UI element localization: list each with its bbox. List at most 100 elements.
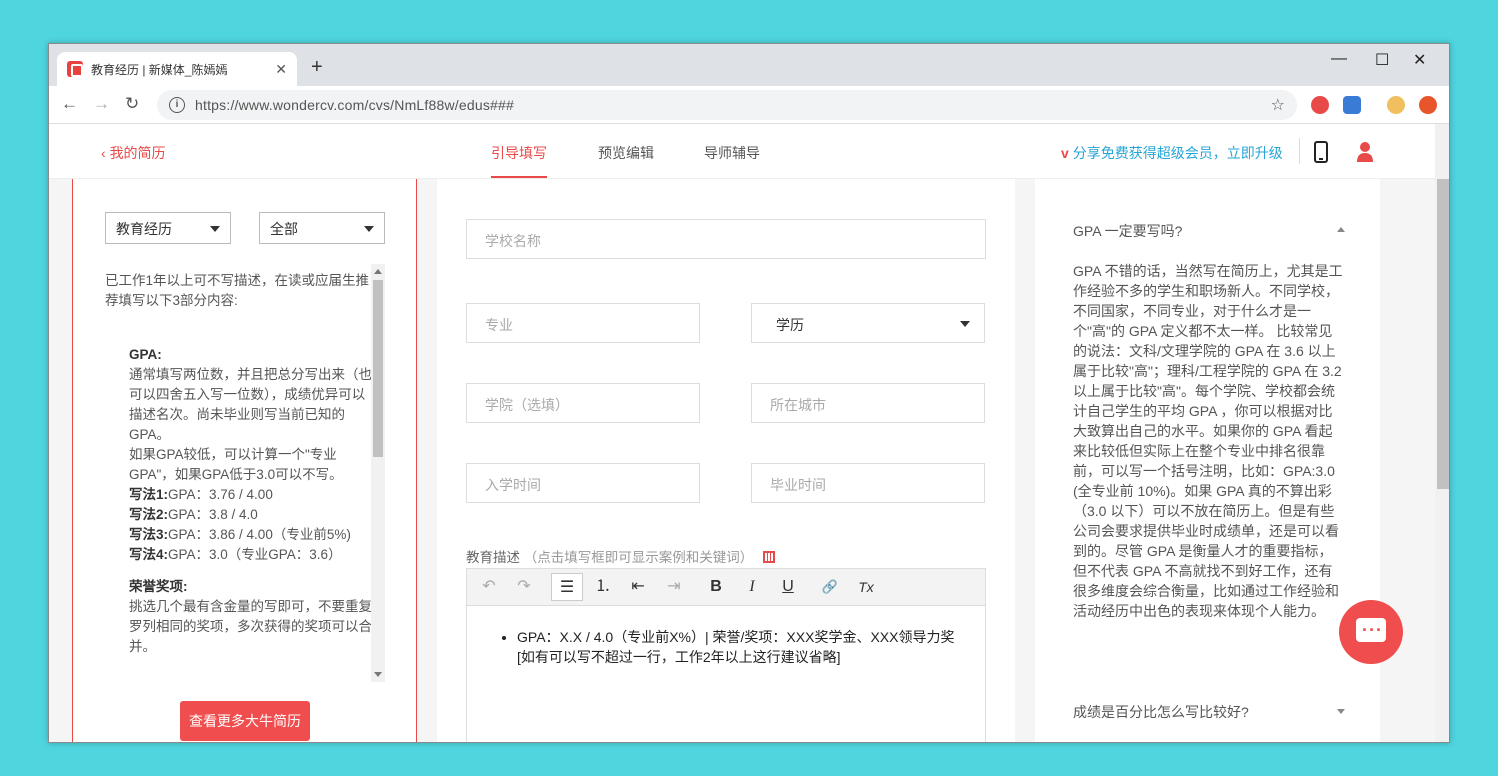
mobile-icon[interactable] [1314, 141, 1328, 163]
close-window-icon[interactable]: ✕ [1413, 50, 1426, 70]
editor-bullet-item: GPA：X.X / 4.0（专业前X%）| 荣誉/奖项：XXX奖学金、XXX领导… [517, 627, 973, 667]
faq-panel: GPA 一定要写吗? GPA 不错的话，当然写在简历上，尤其是工作经验不多的学生… [1035, 179, 1380, 742]
promo-text: 分享免费获得超级会员，立即升级 [1072, 145, 1283, 161]
guidance-panel: 教育经历 全部 已工作1年以上可不写描述，在读或应届生推荐填写以下3部分内容: … [72, 179, 417, 742]
address-bar: ← → ↻ i https://www.wondercv.com/cvs/NmL… [49, 86, 1449, 124]
description-label-text: 教育描述 [466, 550, 520, 565]
faq-answer-gpa: GPA 不错的话，当然写在简历上，尤其是工作经验不多的学生和职场新人。不同学校，… [1073, 263, 1343, 619]
url-text: https://www.wondercv.com/cvs/NmLf88w/edu… [195, 97, 515, 113]
gpa-tips: GPA: 通常填写两位数，并且把总分写出来（也可以四舍五入写一位数），成绩优异可… [105, 345, 373, 657]
my-resume-label: 我的简历 [109, 145, 166, 161]
keyword-table-icon[interactable] [763, 551, 776, 563]
example-4: 写法4:GPA：3.0（专业GPA：3.6） [129, 547, 342, 562]
honor-heading: 荣誉奖项: [129, 579, 188, 594]
end-date-input[interactable]: 毕业时间 [751, 463, 985, 503]
active-tab-underline [491, 176, 547, 178]
school-input[interactable]: 学校名称 [466, 219, 986, 259]
reload-icon[interactable]: ↻ [125, 94, 139, 114]
tips-intro: 已工作1年以上可不写描述，在读或应届生推荐填写以下3部分内容: [105, 273, 370, 308]
bookmark-star-icon[interactable]: ☆ [1271, 95, 1285, 115]
page-content: ‹ 我的简历 引导填写 预览编辑 导师辅导 v 分享免费获得超级会员，立即升级 教… [49, 124, 1449, 742]
browser-tab[interactable]: 教育经历 | 新媒体_陈嫣嫣 ✕ [57, 52, 297, 86]
section-select-value: 教育经历 [116, 221, 172, 237]
top-navigation: ‹ 我的简历 引导填写 预览编辑 导师辅导 v 分享免费获得超级会员，立即升级 [49, 124, 1435, 179]
chevron-up-icon[interactable] [1337, 227, 1345, 232]
description-editor[interactable]: GPA：X.X / 4.0（专业前X%）| 荣誉/奖项：XXX奖学金、XXX领导… [466, 605, 986, 742]
editor-list: GPA：X.X / 4.0（专业前X%）| 荣誉/奖项：XXX奖学金、XXX领导… [517, 627, 973, 667]
honor-text: 挑选几个最有含金量的写即可，不要重复罗列相同的奖项，多次获得的奖项可以合并。 [129, 599, 372, 654]
faq-question-percent[interactable]: 成绩是百分比怎么写比较好? [1073, 702, 1249, 722]
indent-icon[interactable]: ⇥ [658, 573, 690, 601]
education-form: 学校名称 专业 学历 学院（选填） 所在城市 入学时间 毕业时间 教育描述 （点… [437, 179, 1015, 742]
redo-icon[interactable]: ↷ [508, 573, 540, 601]
example-1: 写法1:GPA：3.76 / 4.00 [129, 487, 273, 502]
city-input[interactable]: 所在城市 [751, 383, 985, 423]
my-resume-link[interactable]: ‹ 我的简历 [101, 143, 166, 163]
example-3: 写法3:GPA：3.86 / 4.00（专业前5%) [129, 527, 351, 542]
chevron-down-icon [960, 321, 970, 327]
title-bar: 教育经历 | 新媒体_陈嫣嫣 ✕ + — ☐ ✕ [49, 44, 1449, 86]
gpa-heading: GPA: [129, 347, 162, 362]
editor-line-2: [如有可以写不超过一行，工作2年以上这行建议省略] [517, 649, 841, 665]
major-input[interactable]: 专业 [466, 303, 700, 343]
description-label: 教育描述 （点击填写框即可显示案例和关键词） [466, 546, 776, 566]
tips-content: 已工作1年以上可不写描述，在读或应届生推荐填写以下3部分内容: GPA: 通常填… [105, 271, 373, 681]
back-icon[interactable]: ← [61, 94, 78, 114]
tab-guided-fill[interactable]: 引导填写 [491, 143, 547, 163]
undo-icon[interactable]: ↶ [473, 573, 505, 601]
degree-select[interactable]: 学历 [751, 303, 985, 343]
url-input[interactable]: i https://www.wondercv.com/cvs/NmLf88w/e… [157, 90, 1297, 120]
college-input[interactable]: 学院（选填） [466, 383, 700, 423]
filter-select-value: 全部 [270, 221, 298, 237]
bold-icon[interactable]: B [700, 573, 732, 601]
page-scrollbar-thumb[interactable] [1437, 179, 1449, 489]
info-icon[interactable]: i [169, 97, 185, 113]
minimize-icon[interactable]: — [1331, 50, 1347, 68]
example-2: 写法2:GPA：3.8 / 4.0 [129, 507, 258, 522]
chat-icon: ··· [1362, 620, 1383, 640]
tab-preview-edit[interactable]: 预览编辑 [598, 143, 654, 163]
v-logo-icon: v [1061, 145, 1069, 161]
forward-icon[interactable]: → [93, 94, 110, 114]
numbered-list-icon[interactable]: ⒈ [587, 573, 619, 601]
section-select[interactable]: 教育经历 [105, 212, 231, 244]
faq-question-gpa[interactable]: GPA 一定要写吗? [1073, 221, 1182, 241]
tips-scrollbar[interactable] [371, 264, 385, 682]
start-date-input[interactable]: 入学时间 [466, 463, 700, 503]
more-resumes-button[interactable]: 查看更多大牛简历 [180, 701, 310, 741]
filter-select[interactable]: 全部 [259, 212, 385, 244]
close-tab-icon[interactable]: ✕ [275, 61, 287, 78]
scroll-up-icon[interactable] [374, 269, 382, 274]
nav-divider [1299, 138, 1300, 164]
browser-window: 教育经历 | 新媒体_陈嫣嫣 ✕ + — ☐ ✕ ← → ↻ i https:/… [48, 43, 1450, 743]
new-tab-icon[interactable]: + [311, 56, 323, 79]
chevron-down-icon[interactable] [1337, 709, 1345, 714]
tab-title: 教育经历 | 新媒体_陈嫣嫣 [91, 62, 228, 77]
upgrade-promo-link[interactable]: v 分享免费获得超级会员，立即升级 [1061, 143, 1283, 163]
extension-upload-icon[interactable] [1419, 96, 1437, 114]
outdent-icon[interactable]: ⇤ [622, 573, 654, 601]
page-scrollbar[interactable] [1435, 124, 1449, 742]
tab-mentor[interactable]: 导师辅导 [704, 143, 760, 163]
scroll-down-icon[interactable] [374, 672, 382, 677]
link-icon[interactable]: 🔗 [814, 573, 846, 601]
chat-button[interactable]: ··· [1339, 600, 1403, 664]
degree-select-value: 学历 [776, 317, 804, 333]
underline-icon[interactable]: U [772, 573, 804, 601]
chevron-down-icon [210, 226, 220, 232]
scrollbar-thumb[interactable] [373, 280, 383, 457]
extension-infinity-icon[interactable] [1311, 96, 1329, 114]
site-favicon-icon [67, 61, 83, 77]
extension-face-icon[interactable] [1387, 96, 1405, 114]
maximize-icon[interactable]: ☐ [1375, 50, 1389, 70]
editor-line-1: GPA：X.X / 4.0（专业前X%）| 荣誉/奖项：XXX奖学金、XXX领导… [517, 629, 955, 645]
extension-s-icon[interactable] [1343, 96, 1361, 114]
clear-format-icon[interactable]: Tx [850, 573, 882, 601]
gpa-text-low: 如果GPA较低，可以计算一个"专业GPA"，如果GPA低于3.0可以不写。 [129, 447, 343, 482]
italic-icon[interactable]: I [736, 573, 768, 601]
chevron-down-icon [364, 226, 374, 232]
bullet-list-icon[interactable]: ☰ [551, 573, 583, 601]
description-hint: （点击填写框即可显示案例和关键词） [523, 550, 754, 565]
editor-toolbar: ↶ ↷ ☰ ⒈ ⇤ ⇥ B I U 🔗 Tx [466, 568, 986, 606]
user-icon[interactable] [1356, 141, 1374, 163]
